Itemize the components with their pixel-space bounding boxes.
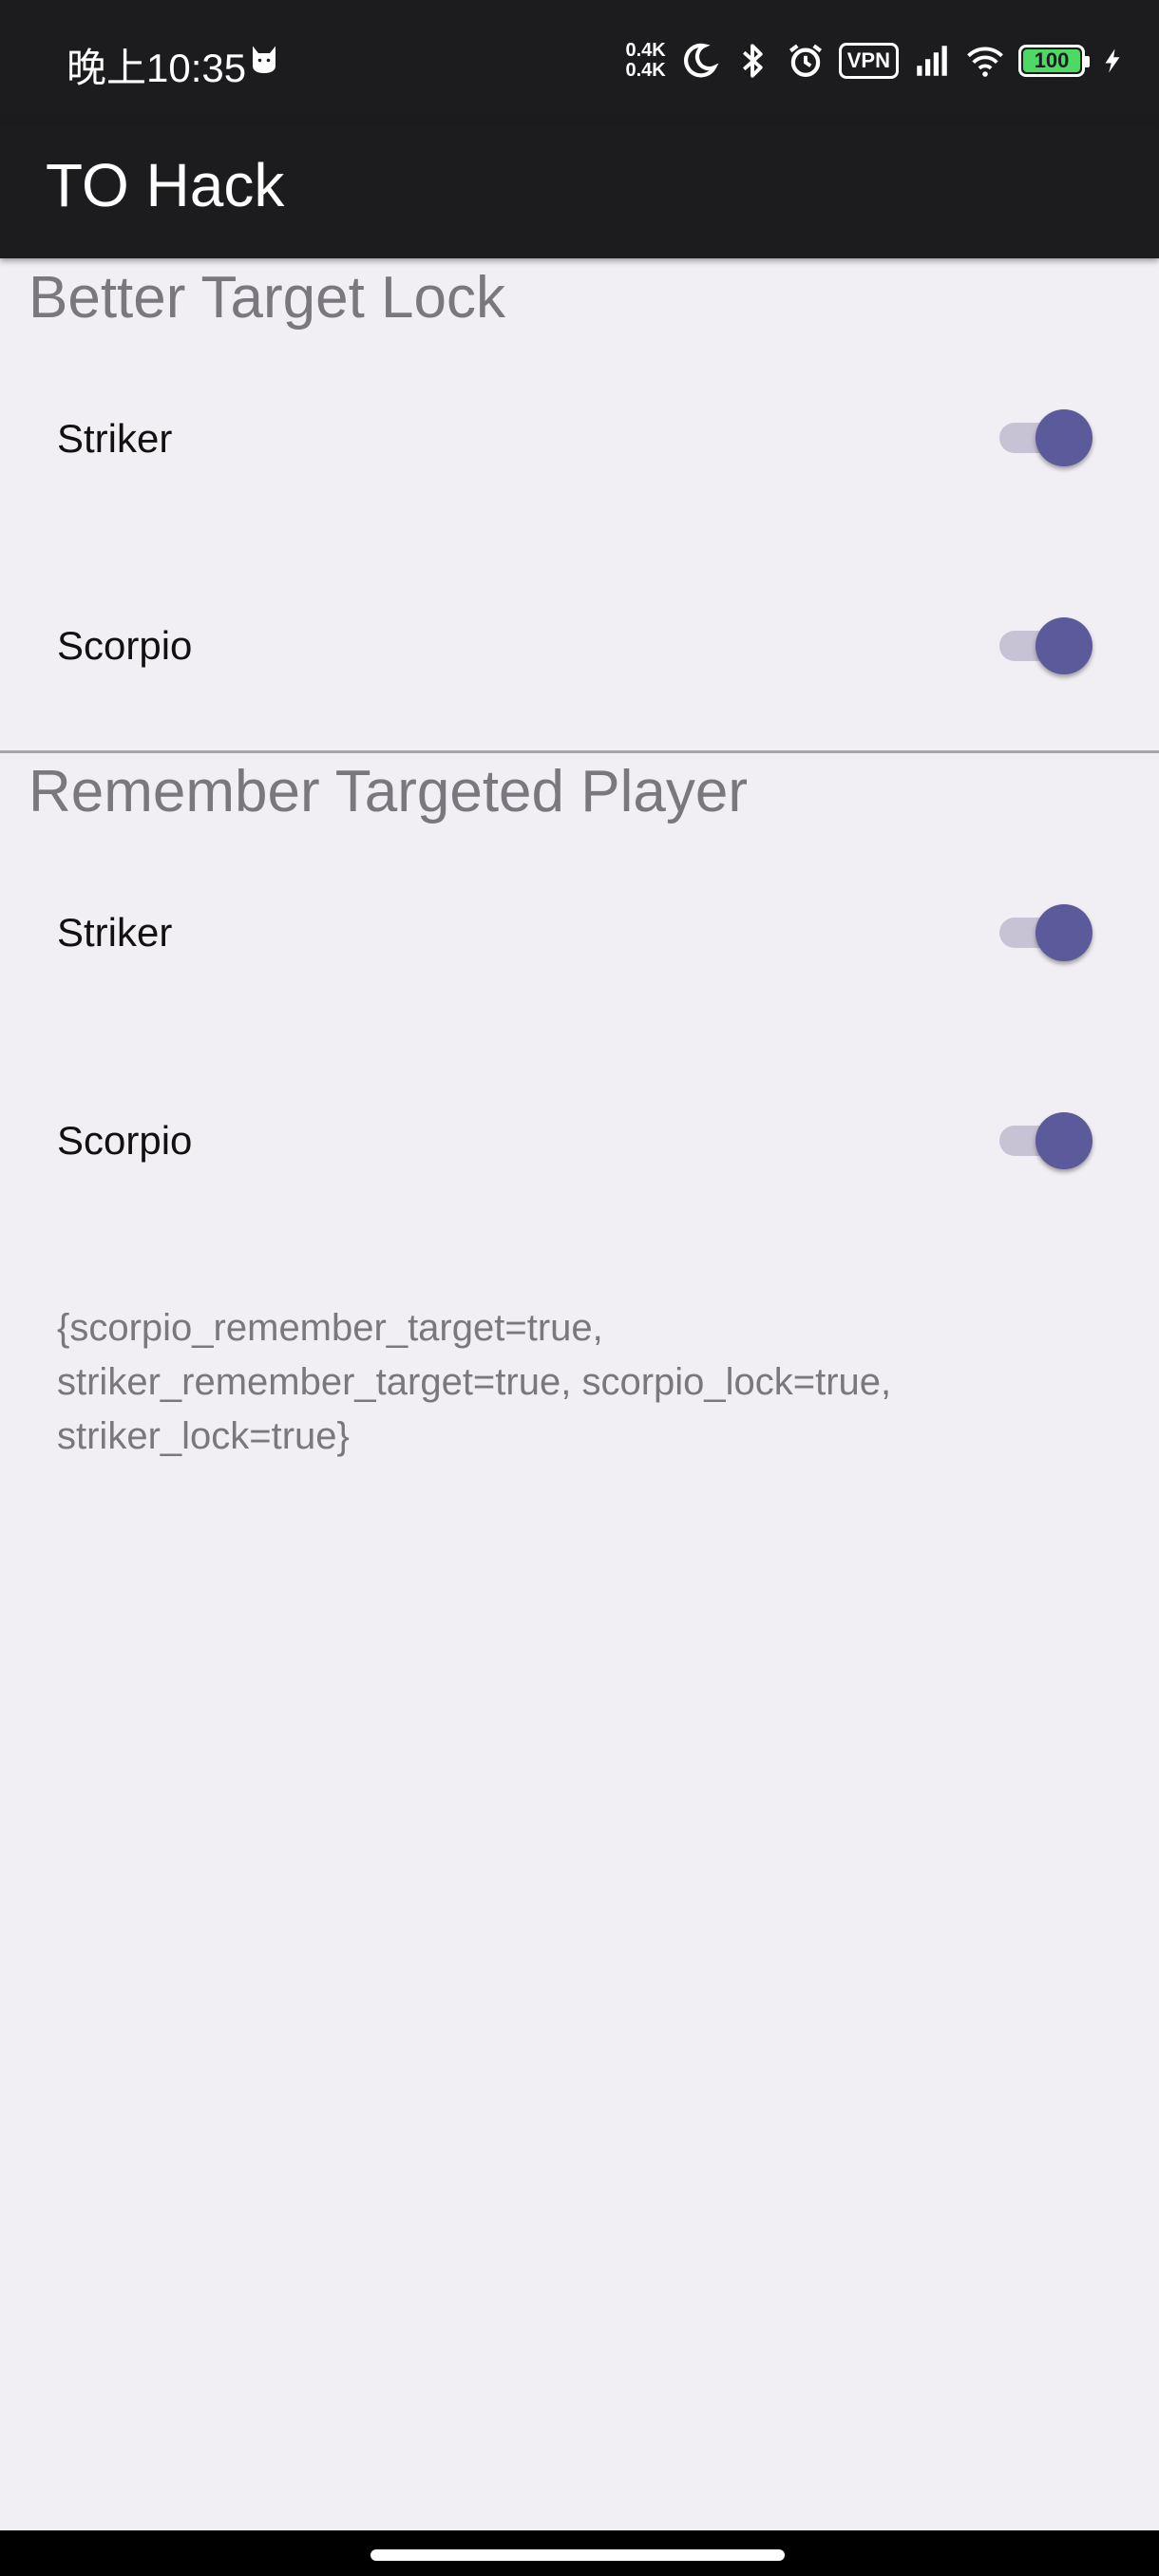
vpn-badge: VPN — [838, 43, 899, 79]
battery-icon: 100 — [1018, 45, 1090, 77]
wifi-icon — [967, 47, 1003, 77]
preferences-dump-text: {scorpio_remember_target=true, striker_r… — [57, 1307, 892, 1457]
row-label-striker-lock: Striker — [57, 416, 173, 461]
alarm-icon — [788, 44, 822, 77]
status-bar: 晚上10:35 0.4K 0.4K VPN 100 — [0, 0, 1159, 123]
moon-icon — [683, 43, 719, 78]
network-speed: 0.4K 0.4K — [626, 41, 666, 81]
row-label-striker-remember: Striker — [57, 910, 173, 955]
section-divider — [0, 750, 1159, 753]
switch-thumb — [1036, 409, 1092, 466]
signal-icon — [917, 46, 947, 76]
app-title: TO Hack — [46, 151, 285, 219]
row-label-scorpio-lock: Scorpio — [57, 623, 193, 668]
speed-up: 0.4K — [625, 40, 666, 61]
app-bar: TO Hack — [0, 123, 1159, 258]
charging-icon — [1105, 48, 1120, 73]
section-header-remember-targeted-player: Remember Targeted Player — [28, 759, 748, 824]
home-gesture-bar[interactable] — [370, 2549, 785, 2561]
section-header-better-target-lock: Better Target Lock — [28, 265, 506, 331]
switch-thumb — [1036, 904, 1092, 961]
status-icons: 0.4K 0.4K VPN 100 — [626, 34, 1128, 87]
speed-down: 0.4K — [625, 60, 666, 81]
switch-scorpio-lock[interactable] — [999, 617, 1096, 674]
row-label-scorpio-remember: Scorpio — [57, 1118, 193, 1163]
switch-thumb — [1036, 617, 1092, 674]
bluetooth-icon — [742, 44, 763, 78]
switch-thumb — [1036, 1112, 1092, 1169]
cat-icon — [253, 46, 276, 73]
switch-striker-remember[interactable] — [999, 904, 1096, 961]
battery-level: 100 — [1034, 48, 1070, 72]
switch-scorpio-remember[interactable] — [999, 1112, 1096, 1169]
status-time: 晚上10:35 — [66, 46, 247, 90]
switch-striker-lock[interactable] — [999, 409, 1096, 466]
navigation-bar — [0, 2530, 1159, 2576]
